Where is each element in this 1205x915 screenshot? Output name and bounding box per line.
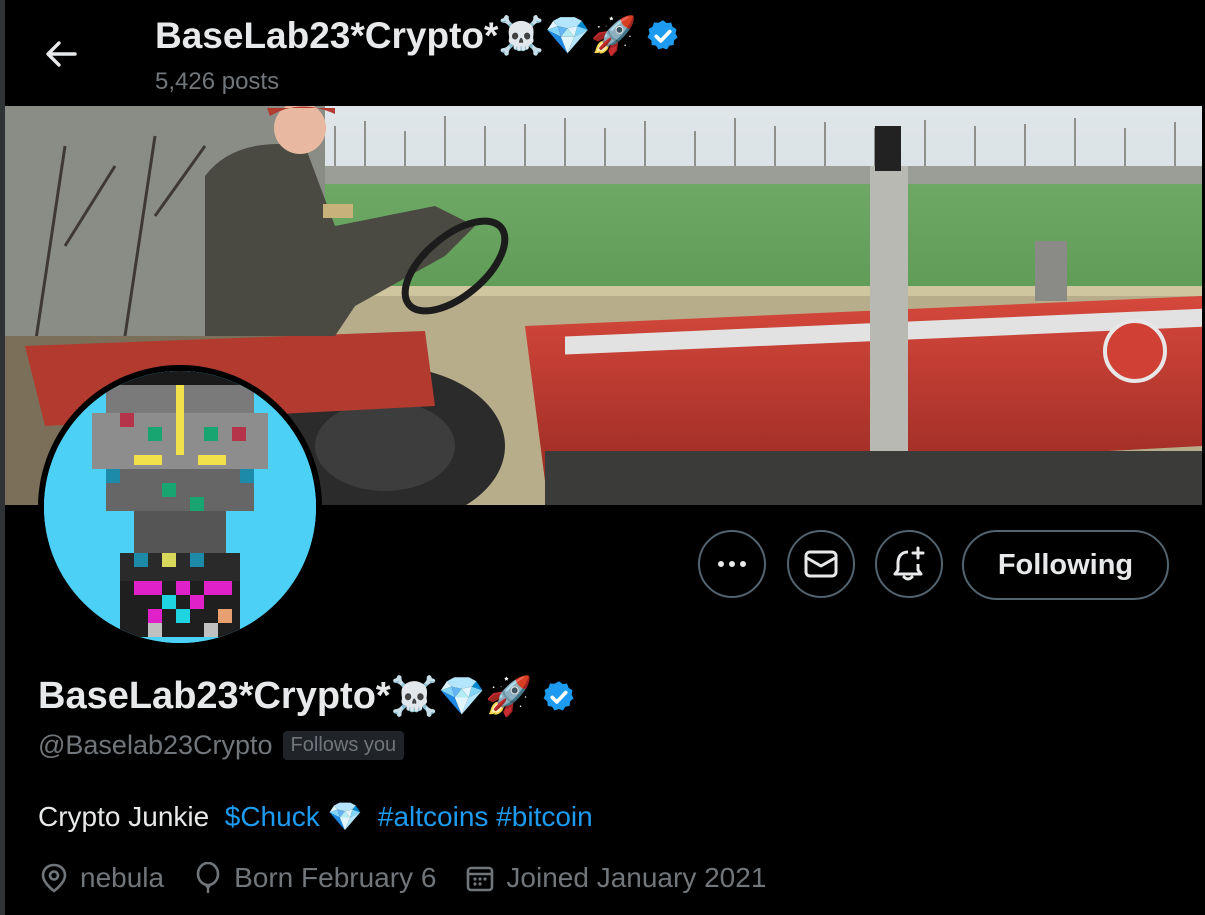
- arrow-left-icon: [46, 41, 77, 67]
- profile-bio: Crypto Junkie $Chuck 💎 #altcoins #bitcoi…: [38, 800, 593, 833]
- verified-badge-icon[interactable]: [541, 679, 577, 715]
- location-pin-icon: [41, 863, 67, 893]
- profile-meta: nebula Born February 6 Joined January 20…: [40, 862, 796, 894]
- profile-header: BaseLab23*Crypto* ☠️💎🚀 5,426 posts: [5, 0, 1205, 106]
- profile-avatar[interactable]: [38, 365, 322, 649]
- birthday-text: Born February 6: [234, 862, 437, 893]
- handle-row: @Baselab23Crypto Follows you: [38, 730, 405, 761]
- post-count: 5,426 posts: [155, 68, 280, 95]
- bio-text: Crypto Junkie: [38, 801, 210, 832]
- profile-display-name-row: BaseLab23*Crypto* ☠️💎🚀: [38, 674, 577, 719]
- profile-handle: @Baselab23Crypto: [38, 730, 273, 760]
- more-icon: [718, 561, 746, 567]
- location-text: nebula: [80, 862, 165, 893]
- pixel-avatar-art: [44, 371, 316, 643]
- follows-you-badge: Follows you: [282, 731, 405, 760]
- header-name-emojis: ☠️💎🚀: [498, 14, 637, 57]
- profile-name-emojis: ☠️💎🚀: [390, 674, 533, 718]
- profile-display-name: BaseLab23*Crypto*: [38, 675, 391, 717]
- mail-icon: [804, 550, 838, 578]
- header-display-name: BaseLab23*Crypto*: [155, 15, 499, 56]
- bio-hashtag-bitcoin[interactable]: #bitcoin: [496, 801, 593, 832]
- joined-item: Joined January 2021: [466, 862, 766, 894]
- bio-hashtag-altcoins[interactable]: #altcoins: [378, 801, 489, 832]
- bio-cashtag-link[interactable]: $Chuck: [225, 801, 320, 832]
- back-button[interactable]: [43, 36, 79, 72]
- joined-text: Joined January 2021: [506, 862, 767, 893]
- following-button[interactable]: Following: [962, 530, 1169, 600]
- message-button[interactable]: [787, 530, 855, 598]
- header-title: BaseLab23*Crypto* ☠️💎🚀: [155, 14, 681, 58]
- notification-button[interactable]: [875, 530, 943, 598]
- more-button[interactable]: [698, 530, 766, 598]
- balloon-icon: [196, 862, 220, 893]
- bell-plus-icon: [893, 546, 925, 581]
- calendar-icon: [467, 866, 494, 892]
- location-item: nebula: [40, 862, 164, 894]
- avatar-image: [44, 371, 316, 643]
- verified-badge-icon: [647, 20, 678, 50]
- birthday-item: Born February 6: [194, 862, 436, 894]
- bio-diamond-emoji: 💎: [327, 800, 363, 833]
